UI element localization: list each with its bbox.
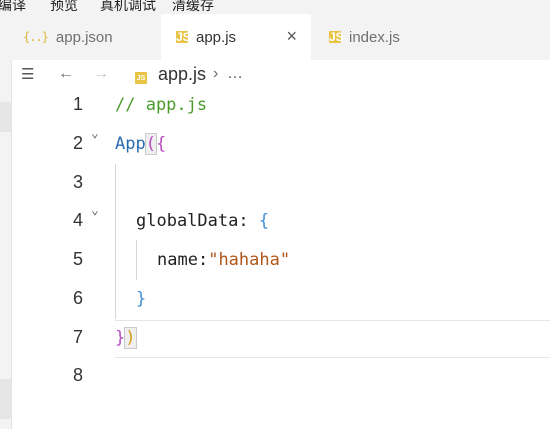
code-brace: } (115, 328, 126, 348)
code-paren-match: ( (144, 133, 157, 155)
fold-chevron-icon[interactable]: ⌄ (91, 203, 99, 218)
line-number: 2 (72, 133, 83, 153)
indent-guide (136, 240, 137, 280)
code-line-5: name:"hahaha" (157, 250, 290, 270)
tab-app-js[interactable]: JS app.js × (161, 14, 311, 60)
js-file-icon: JS (135, 72, 147, 84)
line-number: 7 (72, 327, 83, 347)
code-colon: : (197, 250, 209, 270)
code-line-7: }) (115, 327, 137, 349)
tab-label: app.js (196, 28, 237, 46)
top-toolbar: 编译 预览 真机调试 清缓存 (0, 0, 550, 14)
code-line-2: App({ (115, 133, 167, 155)
code-line-4: globalData: { (136, 211, 269, 231)
code-function: App (115, 134, 146, 154)
tab-label: app.json (55, 28, 113, 46)
current-line-highlight (115, 320, 550, 358)
breadcrumb-file-icon: JS (135, 67, 147, 85)
breadcrumb-separator: › (213, 65, 219, 82)
code-brace: } (136, 289, 147, 309)
tab-index-js[interactable]: JS index.js (329, 14, 479, 60)
code-colon: : (238, 211, 259, 231)
remote-debug-button[interactable]: 真机调试 (100, 0, 156, 14)
indent-guide (115, 164, 116, 319)
compile-button[interactable]: 编译 (0, 0, 26, 14)
line-number: 4 (72, 210, 83, 230)
line-number: 5 (72, 249, 83, 269)
code-line-6: } (136, 289, 146, 309)
code-brace: { (155, 134, 167, 154)
explorer-row[interactable] (0, 379, 11, 419)
explorer-row[interactable] (0, 102, 11, 132)
breadcrumb: ☰ ← → JS app.js › … (11, 60, 550, 88)
tab-label: index.js (349, 28, 400, 46)
code-line-1: // app.js (115, 95, 207, 115)
line-number: 3 (72, 172, 83, 192)
code-comment: // app.js (115, 95, 208, 115)
breadcrumb-more[interactable]: … (227, 65, 243, 83)
code-brace: { (258, 211, 270, 231)
editor-tabbar: {..} app.json JS app.js × JS index.js (11, 14, 550, 60)
back-icon[interactable]: ← (58, 65, 74, 83)
line-number: 1 (72, 94, 83, 114)
js-file-icon: JS (329, 30, 344, 44)
code-key: name (157, 250, 198, 270)
line-number: 8 (72, 365, 83, 385)
close-icon[interactable]: × (286, 26, 297, 46)
js-file-icon: JS (176, 30, 191, 44)
clear-cache-button[interactable]: 清缓存 (172, 0, 214, 14)
code-string: "hahaha" (208, 250, 291, 270)
forward-icon[interactable]: → (93, 65, 109, 83)
list-icon[interactable]: ☰ (21, 65, 34, 83)
code-key: globalData (136, 211, 239, 231)
fold-chevron-icon[interactable]: ⌄ (91, 126, 99, 141)
preview-button[interactable]: 预览 (50, 0, 78, 14)
tab-app-json[interactable]: {..} app.json (23, 14, 163, 60)
line-number: 6 (72, 288, 83, 308)
json-file-icon: {..} (23, 30, 49, 44)
code-editor[interactable]: 1 2 3 4 5 6 7 8 ⌄ ⌄ // app.js App({ glob… (11, 88, 550, 429)
breadcrumb-file[interactable]: app.js (158, 64, 206, 85)
code-paren-match: ) (124, 327, 137, 349)
